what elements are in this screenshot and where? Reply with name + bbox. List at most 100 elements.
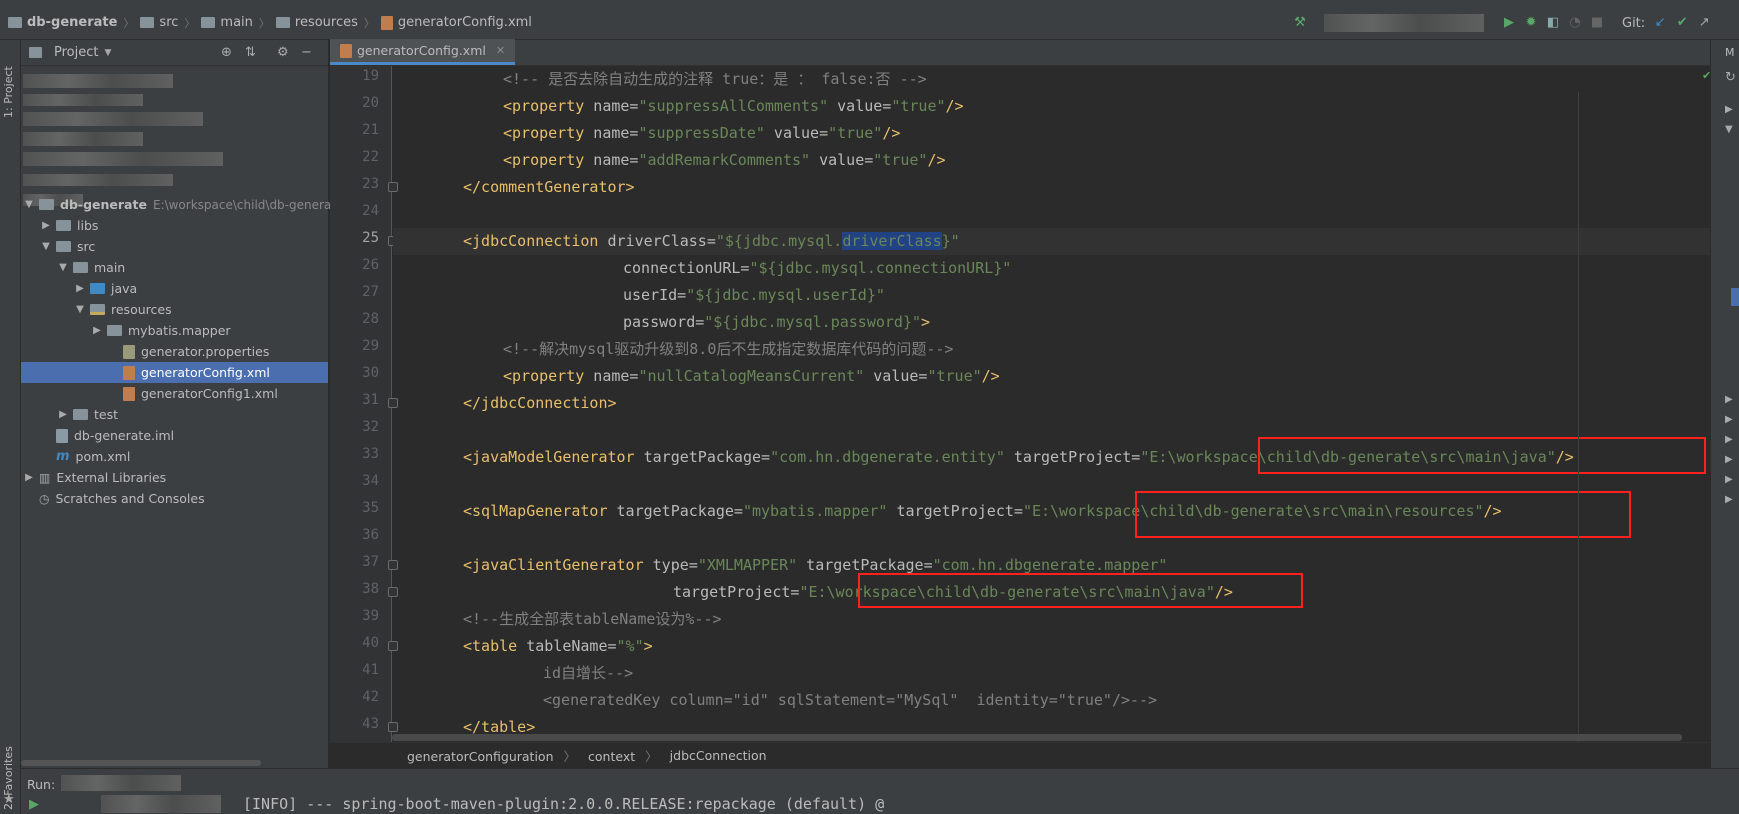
tree-item-generatorconfig-xml[interactable]: generatorConfig.xml [21, 362, 328, 383]
tree-item-scratches[interactable]: ◷ Scratches and Consoles [23, 488, 205, 509]
expand-arrow-icon[interactable]: ▼ [74, 304, 86, 315]
line-number: 27 [362, 284, 379, 300]
xml-attr: value= [828, 97, 892, 115]
run-console-output: [INFO] --- spring-boot-maven-plugin:2.0.… [243, 795, 893, 813]
tree-item-label: src [77, 239, 96, 254]
code-editor[interactable]: <!-- 是否去除自动生成的注释 true：是 ： false:否 --> <p… [393, 66, 1710, 742]
nav-crumb-file[interactable]: generatorConfig.xml [380, 15, 532, 30]
breadcrumb-label: jdbcConnection [669, 748, 767, 763]
tree-item-generatorconfig1-xml[interactable]: generatorConfig1.xml [107, 383, 278, 404]
git-history-icon[interactable]: ↗ [1693, 15, 1715, 31]
tree-item-test[interactable]: ▶ test [57, 404, 118, 425]
nav-crumb-main[interactable]: main 〉 [201, 15, 270, 31]
horizontal-scrollbar[interactable] [21, 760, 261, 766]
xml-tag: > [921, 313, 931, 331]
expand-arrow-icon[interactable]: ▶ [1725, 102, 1733, 118]
tree-item-mybatis-mapper[interactable]: ▶ mybatis.mapper [91, 320, 230, 341]
build-hammer-icon[interactable]: ⚒ [1290, 15, 1310, 31]
xml-value: "${jdbc.mysql. [715, 232, 843, 250]
line-number: 35 [362, 500, 379, 516]
xml-value: }" [941, 232, 960, 250]
expand-arrow-icon[interactable]: ▶ [1725, 452, 1733, 468]
tree-item-db-generate[interactable]: ▼ db-generate E:\workspace\child\db-gene… [23, 194, 343, 215]
minimize-icon[interactable]: − [301, 45, 312, 61]
run-icon[interactable]: ▶ [1498, 15, 1520, 31]
nav-crumb-resources[interactable]: resources 〉 [275, 15, 375, 31]
expand-arrow-icon[interactable]: ▶ [1725, 412, 1733, 428]
star-icon[interactable]: ★ [3, 792, 15, 808]
code-line-42: <generatedKey column="id" sqlStatement="… [543, 687, 1157, 714]
maven-tool-tab[interactable]: M [1725, 46, 1735, 59]
tree-item-main[interactable]: ▼ main [57, 257, 125, 278]
expand-arrow-icon[interactable]: ▶ [23, 472, 35, 483]
locate-target-icon[interactable]: ⊕ [221, 45, 232, 61]
xml-value: "${jdbc.mysql.password}" [704, 313, 922, 331]
scrollbar-thumb[interactable] [392, 734, 1682, 741]
xml-tag: /> [981, 367, 1000, 385]
tree-item-pom-xml[interactable]: m pom.xml [40, 446, 130, 467]
xml-comment: id自增长--> [543, 664, 634, 682]
expand-arrow-icon[interactable]: ▼ [23, 199, 35, 210]
line-number: 28 [362, 311, 379, 327]
expand-arrow-icon[interactable]: ▶ [74, 283, 86, 294]
line-number: 31 [362, 392, 379, 408]
gear-icon[interactable]: ⚙ [277, 45, 289, 61]
xml-tag: <table [463, 637, 518, 655]
xml-attr: name= [584, 97, 639, 115]
expand-arrow-icon[interactable]: ▼ [40, 241, 52, 252]
profile-icon[interactable]: ◔ [1564, 15, 1586, 31]
project-panel: Project ▼ ⊕ ⇅ ⚙ − ▼ db-generate E:\works… [21, 40, 343, 768]
expand-arrow-icon[interactable]: ▶ [1725, 492, 1733, 508]
xml-file-icon [123, 386, 135, 401]
expand-arrow-icon[interactable]: ▶ [1725, 392, 1733, 408]
expand-arrow-icon[interactable]: ▶ [1725, 472, 1733, 488]
tab-project-tool[interactable]: 1: Project [2, 48, 18, 118]
tree-item-libs[interactable]: ▶ libs [40, 215, 98, 236]
run-configuration-select[interactable] [1324, 14, 1484, 32]
breadcrumb-item[interactable]: context 〉 [588, 746, 658, 765]
editor-horizontal-scrollbar[interactable] [392, 734, 1709, 741]
expand-arrow-icon[interactable]: ▼ [57, 262, 69, 273]
project-panel-title[interactable]: Project [54, 45, 98, 60]
code-line-22: <property name="addRemarkComments" value… [503, 147, 946, 174]
nav-crumb-project[interactable]: db-generate 〉 [8, 15, 134, 31]
coverage-icon[interactable]: ◧ [1542, 15, 1564, 31]
collapse-all-icon[interactable]: ⇅ [245, 45, 256, 61]
stop-icon[interactable]: ■ [1586, 15, 1608, 31]
rerun-icon[interactable]: ▶ [29, 797, 39, 813]
breadcrumb-item[interactable]: generatorConfiguration 〉 [407, 746, 576, 765]
git-update-icon[interactable]: ↙ [1649, 15, 1671, 31]
chevron-right-icon: 〉 [563, 749, 577, 764]
nav-crumb-src[interactable]: src 〉 [140, 15, 195, 31]
tab-generatorconfig-xml[interactable]: generatorConfig.xml ✕ [330, 39, 516, 65]
blurred-item [23, 74, 173, 88]
breadcrumb-item[interactable]: jdbcConnection [670, 748, 767, 763]
nav-crumb-label: src [159, 15, 179, 30]
tree-item-external-libraries[interactable]: ▶ ▥ External Libraries [23, 467, 166, 488]
tree-item-generator-properties[interactable]: generator.properties [107, 341, 269, 362]
expand-arrow-icon[interactable]: ▶ [40, 220, 52, 231]
tree-item-resources[interactable]: ▼ resources [74, 299, 171, 320]
expand-arrow-icon[interactable]: ▶ [91, 325, 103, 336]
xml-attr: targetPackage= [797, 556, 933, 574]
debug-icon[interactable]: ✹ [1520, 15, 1542, 31]
refresh-icon[interactable]: ↻ [1725, 70, 1736, 86]
expand-arrow-icon[interactable]: ▶ [57, 409, 69, 420]
git-commit-icon[interactable]: ✔ [1671, 15, 1693, 31]
close-icon[interactable]: ✕ [496, 44, 505, 57]
nav-crumb-label: resources [294, 15, 358, 30]
tree-item-java[interactable]: ▶ java [74, 278, 137, 299]
expand-arrow-icon[interactable]: ▼ [1725, 122, 1733, 138]
line-number: 37 [362, 554, 379, 570]
code-line-27: userId="${jdbc.mysql.userId}" [623, 282, 885, 309]
expand-arrow-icon[interactable]: ▶ [1725, 432, 1733, 448]
xml-value: "suppressAllComments" [638, 97, 829, 115]
structure-breadcrumb: generatorConfiguration 〉 context 〉 jdbcCon… [330, 742, 1710, 768]
tree-item-iml[interactable]: db-generate.iml [40, 425, 174, 446]
chevron-down-icon[interactable]: ▼ [104, 48, 111, 58]
xml-tag: > [643, 637, 653, 655]
tree-item-label: Scratches and Consoles [55, 491, 205, 506]
source-folder-icon [90, 283, 105, 294]
tree-item-src[interactable]: ▼ src [40, 236, 95, 257]
line-number: 32 [362, 419, 379, 435]
